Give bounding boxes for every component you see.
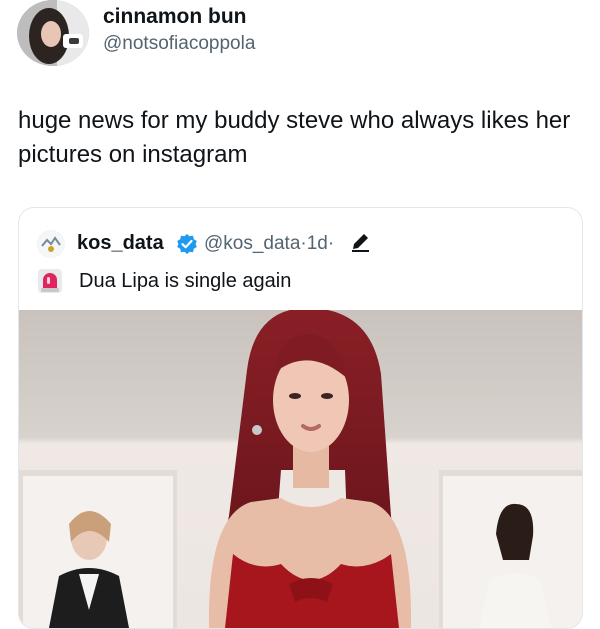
quoted-tweet-card[interactable]: kos_data @kos_data·1d· Dua Lipa is singl… xyxy=(18,207,583,629)
quoted-avatar[interactable] xyxy=(37,230,65,258)
profile-avatar[interactable] xyxy=(17,0,89,66)
attached-photo[interactable] xyxy=(19,310,582,628)
edit-pencil-icon xyxy=(352,234,369,252)
verified-badge-icon xyxy=(177,234,197,254)
siren-emoji-icon xyxy=(38,269,62,293)
display-name[interactable]: cinnamon bun xyxy=(103,5,247,29)
avatar-photo xyxy=(17,0,89,66)
separator-dot: · xyxy=(327,233,335,254)
photo-image xyxy=(19,310,582,628)
quoted-display-name[interactable]: kos_data xyxy=(77,232,164,255)
quoted-tweet-text: Dua Lipa is single again xyxy=(79,270,292,292)
tweet-text: huge news for my buddy steve who always … xyxy=(18,107,571,168)
avatar-logo-icon xyxy=(38,231,64,257)
post-age: 1d xyxy=(306,233,328,254)
user-handle[interactable]: @notsofiacoppola xyxy=(103,33,255,55)
quoted-handle-age[interactable]: @kos_data·1d· xyxy=(204,233,334,255)
quoted-handle: @kos_data xyxy=(204,233,301,254)
